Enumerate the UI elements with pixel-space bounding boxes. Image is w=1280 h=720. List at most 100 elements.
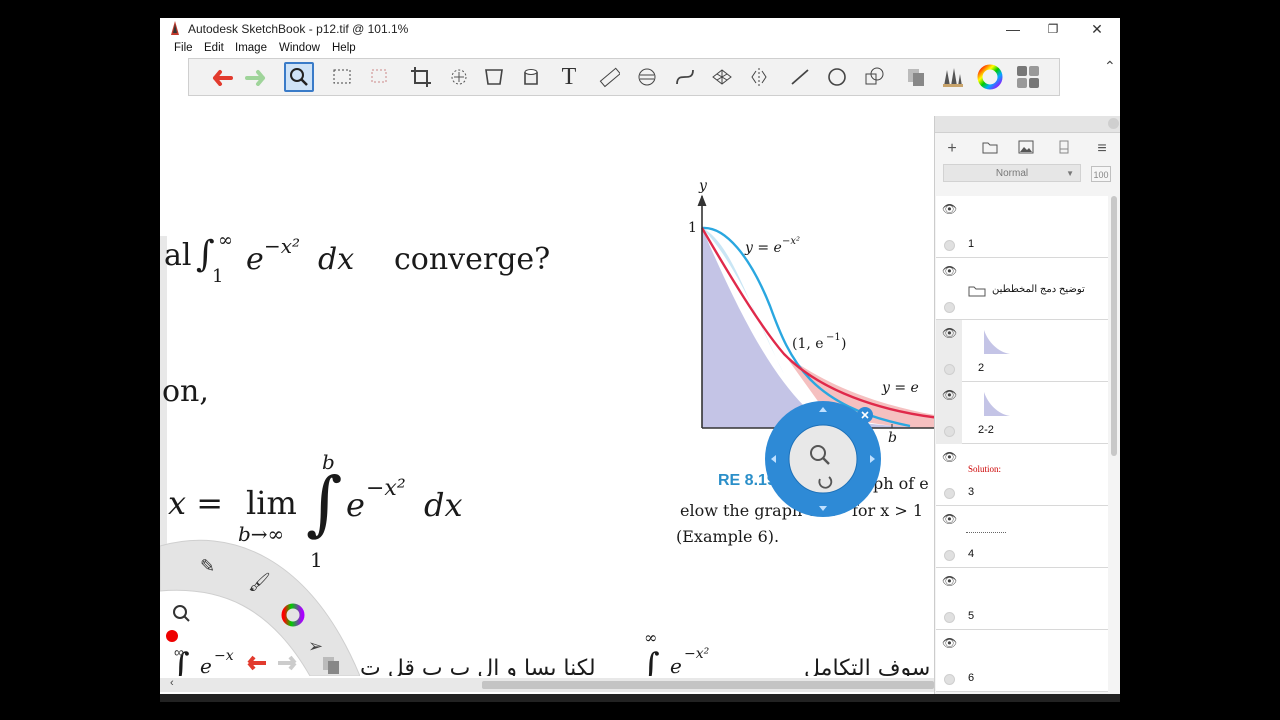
add-layer-icon[interactable]: +: [941, 140, 963, 160]
restore-button[interactable]: ❐: [1038, 20, 1068, 38]
opacity-field[interactable]: 100: [1091, 166, 1111, 182]
copy-icon[interactable]: [901, 62, 931, 92]
color-wheel-icon[interactable]: [280, 602, 306, 633]
drawing-canvas[interactable]: al ∫ ∞ 1 e −x² dx converge? on, x = lim …: [160, 116, 934, 676]
minimize-button[interactable]: —: [998, 20, 1028, 38]
blue-curve-label: y = e: [745, 240, 782, 256]
ellipse-guide-icon[interactable]: [632, 62, 662, 92]
shape-icon[interactable]: [859, 62, 889, 92]
menu-window[interactable]: Window: [279, 42, 320, 54]
perspective-icon[interactable]: [707, 62, 737, 92]
integral-sign: ∫: [642, 646, 660, 676]
eye-icon[interactable]: 👁: [942, 574, 957, 588]
zoom-icon[interactable]: [172, 604, 190, 627]
scroll-left-icon[interactable]: ‹: [170, 677, 174, 689]
layer-row[interactable]: 👁 2-2: [936, 382, 1108, 444]
image-icon[interactable]: [1015, 140, 1037, 160]
blend-mode-select[interactable]: Normal ▼: [943, 164, 1081, 182]
toolbar: T: [188, 58, 1060, 96]
integrand-base: e: [246, 242, 264, 277]
undo-icon[interactable]: [205, 62, 235, 92]
layer-radio[interactable]: [944, 550, 955, 561]
eye-icon[interactable]: 👁: [942, 326, 957, 340]
eye-icon[interactable]: 👁: [942, 512, 957, 526]
current-color-swatch[interactable]: [166, 630, 178, 642]
eye-icon[interactable]: 👁: [942, 450, 957, 464]
eye-icon[interactable]: 👁: [942, 388, 957, 402]
layer-radio[interactable]: [944, 612, 955, 623]
distort-icon[interactable]: [479, 62, 509, 92]
copy-icon[interactable]: [320, 654, 342, 676]
layer-row[interactable]: 👁 2: [936, 320, 1108, 382]
menu-help[interactable]: Help: [332, 42, 356, 54]
crop-icon[interactable]: [406, 62, 436, 92]
menu-bar: File Edit Image Window Help: [160, 40, 1120, 58]
layer-thumbnail: [982, 328, 1012, 361]
color-wheel-icon[interactable]: [975, 62, 1005, 92]
question-text: converge?: [394, 242, 551, 277]
eye-icon[interactable]: 👁: [942, 636, 957, 650]
differential: dx: [318, 242, 355, 277]
layer-row[interactable]: 👁 Solution: 3: [936, 444, 1108, 506]
layer-row[interactable]: 👁 6: [936, 630, 1108, 692]
arabic-text: سوف التكامل: [804, 656, 931, 676]
text-icon[interactable]: T: [554, 62, 584, 92]
brush-icon[interactable]: 🖌: [248, 572, 271, 593]
layer-radio[interactable]: [944, 240, 955, 251]
menu-edit[interactable]: Edit: [204, 42, 224, 54]
layers-scrollbar[interactable]: [1111, 196, 1117, 456]
trash-icon[interactable]: [1053, 140, 1075, 160]
undo-icon[interactable]: [240, 652, 268, 676]
layer-group-row[interactable]: 👁 توضيح دمج المخططين: [936, 258, 1108, 320]
circle-icon[interactable]: [822, 62, 852, 92]
integral-upper-limit: ∞: [218, 230, 233, 251]
select-icon[interactable]: [328, 62, 358, 92]
layer-name: 1: [968, 238, 975, 250]
curve-icon[interactable]: [670, 62, 700, 92]
integral-upper-limit: ∞: [644, 628, 658, 647]
fill-icon[interactable]: [516, 62, 546, 92]
layer-name: 5: [968, 610, 975, 622]
symmetry-icon[interactable]: [744, 62, 774, 92]
layer-radio[interactable]: [944, 674, 955, 685]
integrand-exponent: −x²: [366, 476, 406, 501]
menu-icon[interactable]: ≡: [1091, 140, 1113, 160]
panel-close-icon[interactable]: [1108, 118, 1119, 129]
brushes-icon[interactable]: [937, 62, 967, 92]
ruler-icon[interactable]: [594, 62, 624, 92]
layer-radio[interactable]: [944, 488, 955, 499]
layer-radio[interactable]: [944, 302, 955, 313]
redo-icon[interactable]: [243, 62, 273, 92]
integral-lower-limit: 1: [212, 266, 224, 287]
layer-row[interactable]: 👁 1: [936, 196, 1108, 258]
layer-thumbnail: [982, 390, 1012, 423]
layer-radio[interactable]: [944, 364, 955, 375]
eye-icon[interactable]: 👁: [942, 264, 957, 278]
chevron-down-icon: ▼: [1066, 169, 1074, 178]
menu-file[interactable]: File: [174, 42, 193, 54]
layer-radio[interactable]: [944, 426, 955, 437]
line-icon[interactable]: [785, 62, 815, 92]
infinity-symbol: ∞: [174, 644, 184, 660]
folder-icon[interactable]: [979, 140, 1001, 160]
lasso-icon[interactable]: [365, 62, 395, 92]
sticky-icon[interactable]: ✎: [200, 556, 215, 577]
eye-icon[interactable]: 👁: [942, 202, 957, 216]
close-button[interactable]: ✕: [1082, 20, 1112, 38]
transform-icon[interactable]: [444, 62, 474, 92]
navigation-puck[interactable]: [763, 399, 883, 519]
point-label-close: ): [841, 336, 847, 352]
layer-row[interactable]: 👁 4: [936, 506, 1108, 568]
folder-icon: [968, 284, 986, 302]
zoom-icon[interactable]: [284, 62, 314, 92]
integrand-base: e: [670, 654, 682, 676]
x-tick-b: b: [888, 430, 897, 446]
menu-image[interactable]: Image: [235, 42, 267, 54]
layer-row[interactable]: 👁 5: [936, 568, 1108, 630]
collapse-toolbar-icon[interactable]: ⌃: [1104, 58, 1116, 75]
horizontal-scroll-thumb[interactable]: [482, 681, 934, 689]
equation-lhs: x =: [168, 484, 224, 522]
y-axis-label: y: [699, 178, 707, 194]
library-icon[interactable]: [1013, 62, 1043, 92]
redo-icon[interactable]: [276, 652, 304, 676]
